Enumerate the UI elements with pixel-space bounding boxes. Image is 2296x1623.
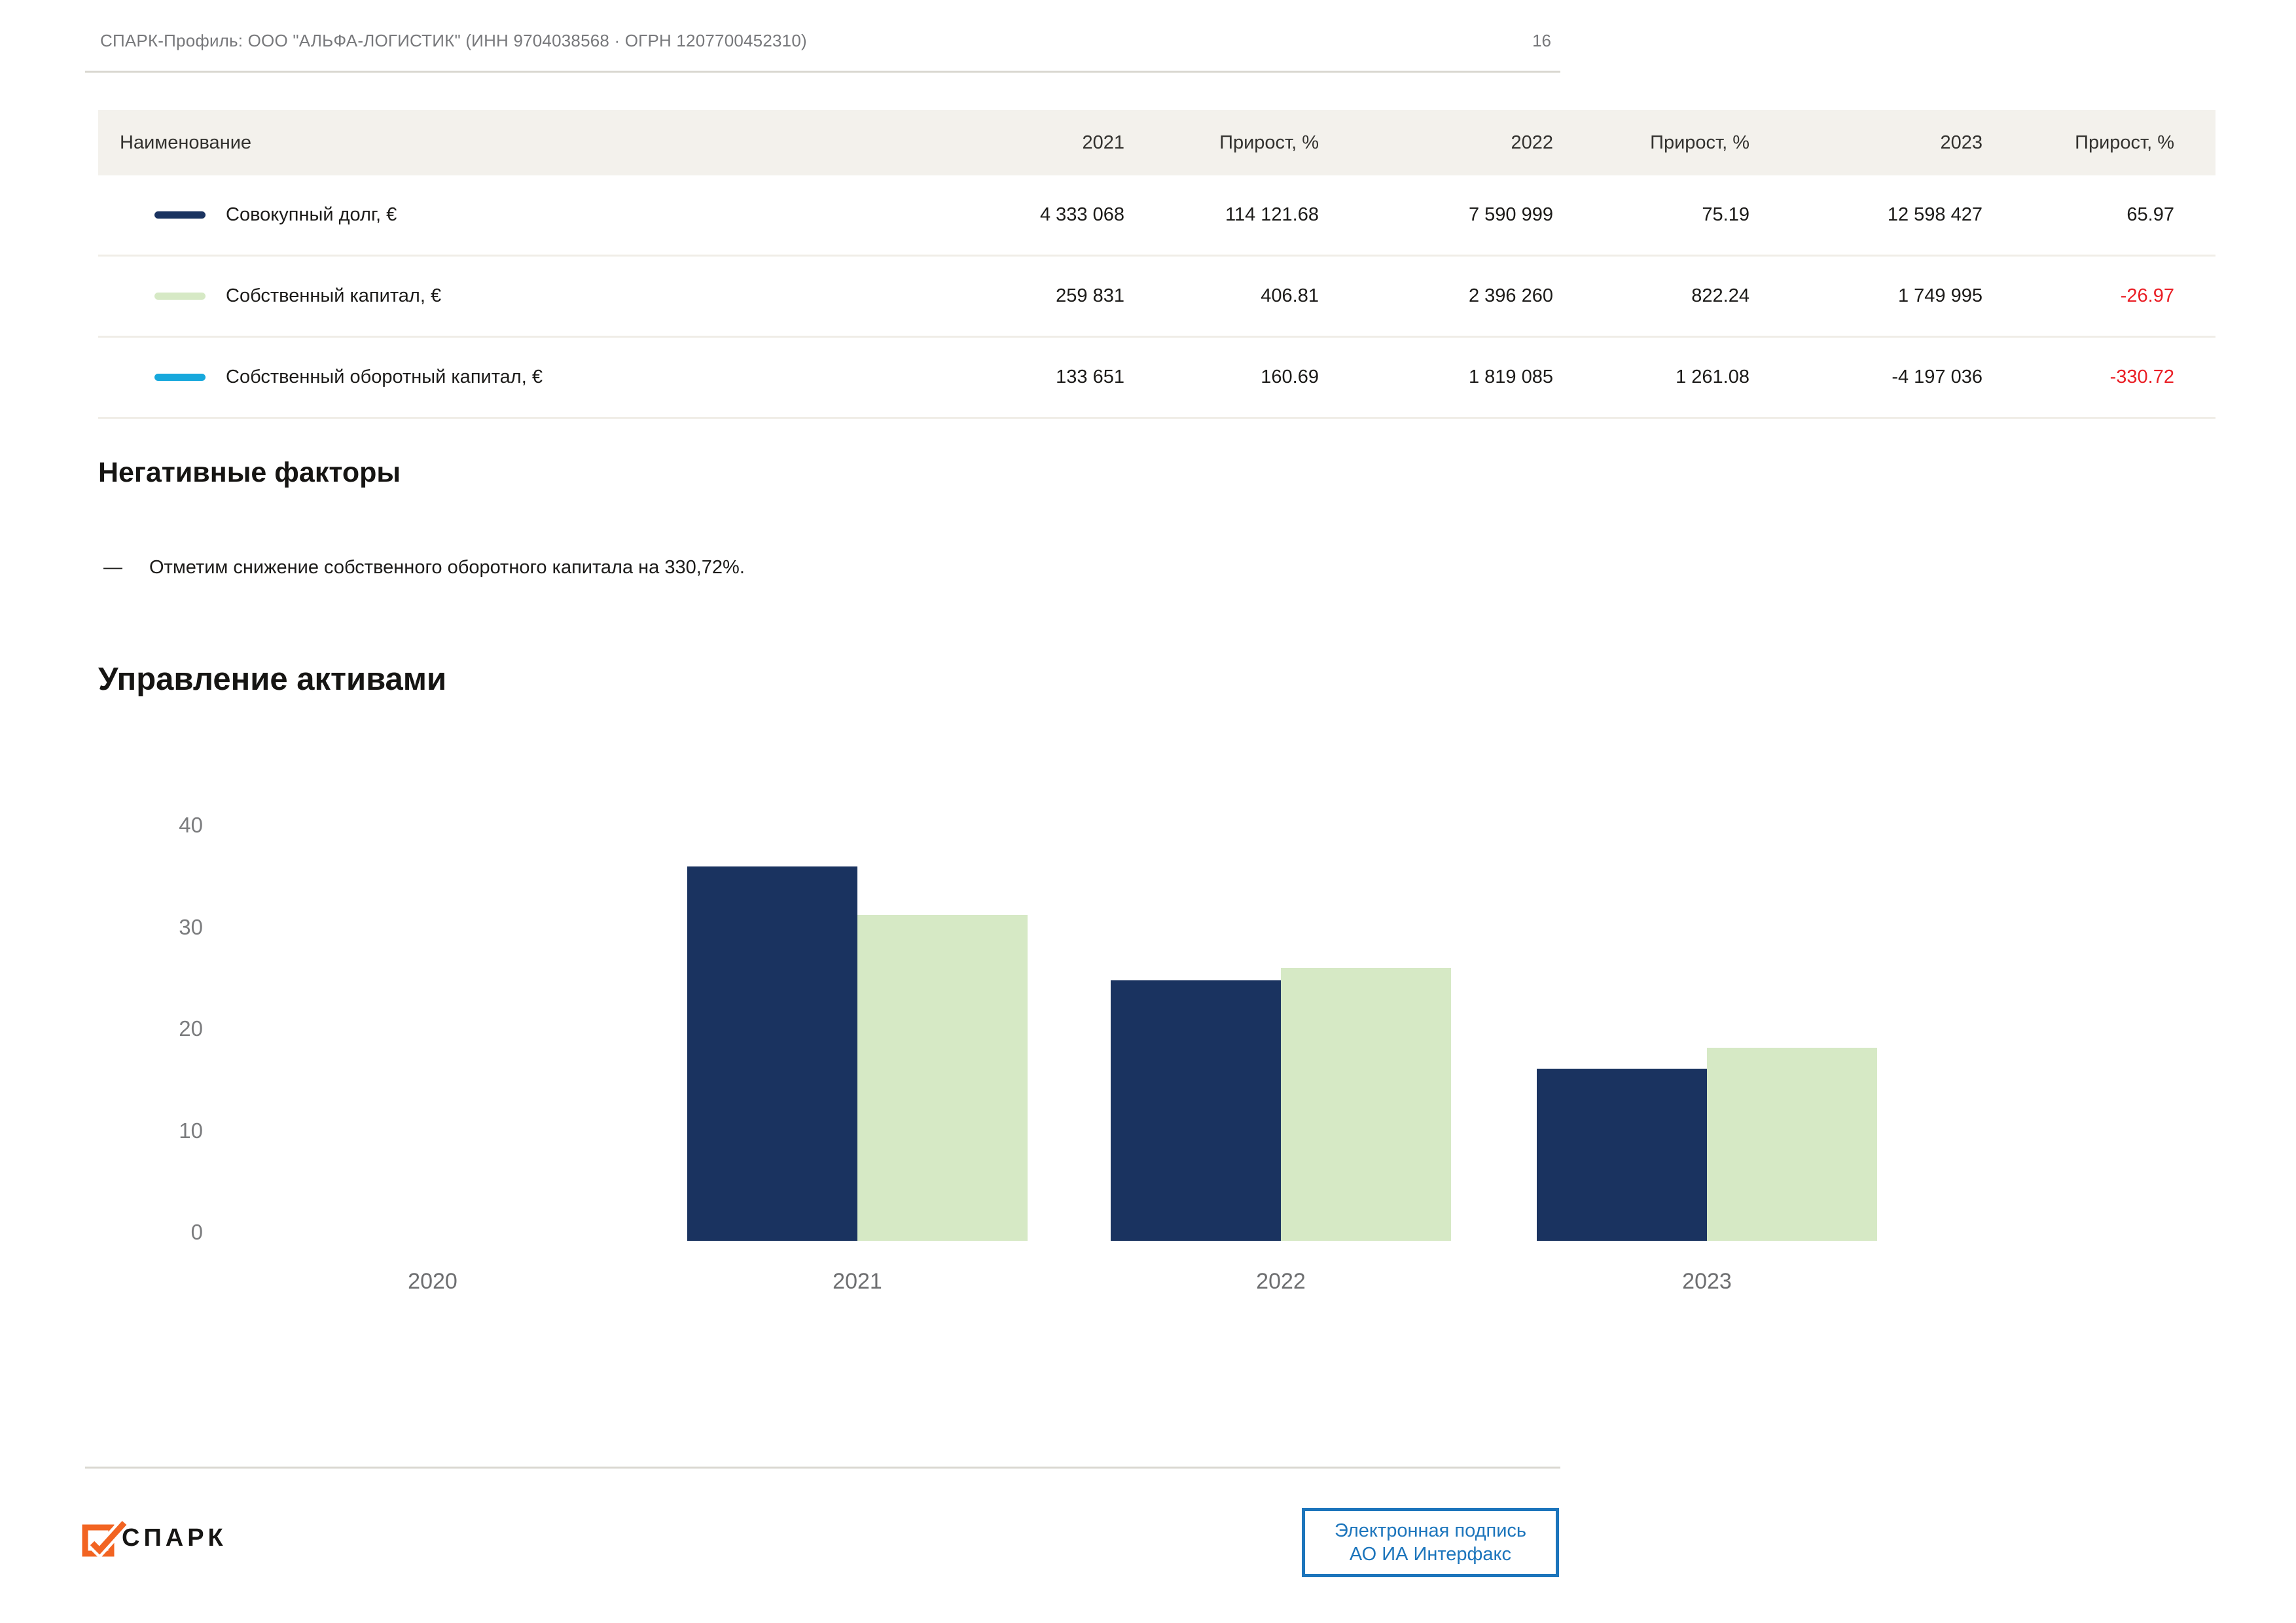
legend-swatch-icon <box>154 211 206 219</box>
column-header-growth-2: Прирост, % <box>1650 110 1749 175</box>
table-cell: 160.69 <box>1261 338 1319 417</box>
table-cell: 1 749 995 <box>1898 257 1982 336</box>
x-axis-category-label: 2021 <box>779 1269 936 1294</box>
chart-bar <box>687 866 857 1241</box>
table-cell: 406.81 <box>1261 257 1319 336</box>
column-header-growth-1: Прирост, % <box>1219 110 1319 175</box>
row-label: Собственный капитал, € <box>226 257 441 336</box>
table-cell: 259 831 <box>1056 257 1124 336</box>
table-cell: 2 396 260 <box>1469 257 1553 336</box>
table-cell: 1 261.08 <box>1676 338 1749 417</box>
table-header-row: Наименование 2021 Прирост, % 2022 Прирос… <box>98 110 2215 175</box>
chart-bar <box>1281 968 1451 1241</box>
table-body: Совокупный долг, € 4 333 068 114 121.68 7 5… <box>98 175 2215 419</box>
footer-divider <box>85 1467 1560 1469</box>
spark-logo-text: СПАРК <box>122 1524 227 1552</box>
chart-bar <box>1707 1048 1877 1241</box>
column-header-growth-3: Прирост, % <box>2075 110 2174 175</box>
table-row: Совокупный долг, € 4 333 068 114 121.68 7 5… <box>98 175 2215 257</box>
bullet-marker: — <box>103 557 122 579</box>
table-cell: -4 197 036 <box>1892 338 1982 417</box>
header-divider <box>85 71 1560 73</box>
table-cell: 75.19 <box>1702 175 1749 255</box>
report-page: СПАРК-Профиль: ООО "АЛЬФА-ЛОГИСТИК" (ИНН… <box>0 0 2296 1623</box>
column-header-2023: 2023 <box>1940 110 1982 175</box>
table-cell: -330.72 <box>2110 338 2174 417</box>
y-axis-tick-label: 40 <box>72 813 203 838</box>
y-axis-tick-label: 20 <box>72 1016 203 1041</box>
x-axis-category-label: 2020 <box>354 1269 511 1294</box>
x-axis-category-label: 2022 <box>1202 1269 1359 1294</box>
legend-swatch-icon <box>154 374 206 381</box>
page-number: 16 <box>1499 31 1551 51</box>
table-cell: 7 590 999 <box>1469 175 1553 255</box>
y-axis-tick-label: 0 <box>72 1220 203 1245</box>
table-cell: 133 651 <box>1056 338 1124 417</box>
table-cell: 114 121.68 <box>1225 175 1319 255</box>
table-cell: 822.24 <box>1691 257 1749 336</box>
row-label: Совокупный долг, € <box>226 175 397 255</box>
table-cell: -26.97 <box>2121 257 2174 336</box>
asset-management-heading: Управление активами <box>98 661 446 698</box>
doc-title: СПАРК-Профиль: ООО "АЛЬФА-ЛОГИСТИК" (ИНН… <box>100 31 807 51</box>
table-cell: 12 598 427 <box>1888 175 1982 255</box>
electronic-signature-button[interactable]: Электронная подпись АО ИА Интерфакс <box>1302 1508 1559 1577</box>
column-header-2021: 2021 <box>1082 110 1124 175</box>
chart-bar <box>1111 980 1281 1241</box>
table-row: Собственный капитал, € 259 831 406.81 2 396… <box>98 257 2215 338</box>
legend-swatch-icon <box>154 293 206 300</box>
signature-line2: АО ИА Интерфакс <box>1350 1543 1511 1566</box>
signature-line1: Электронная подпись <box>1335 1519 1526 1543</box>
y-axis-tick-label: 10 <box>72 1118 203 1143</box>
chart-bar <box>857 915 1028 1241</box>
table-cell: 65.97 <box>2126 175 2174 255</box>
chart-bar <box>1537 1069 1707 1241</box>
negative-factors-heading: Негативные факторы <box>98 457 401 489</box>
x-axis-category-label: 2023 <box>1628 1269 1785 1294</box>
y-axis-tick-label: 30 <box>72 915 203 940</box>
bullet-text: Отметим снижение собственного оборотного… <box>149 557 745 579</box>
table-cell: 4 333 068 <box>1040 175 1124 255</box>
row-label: Собственный оборотный капитал, € <box>226 338 543 417</box>
column-header-2022: 2022 <box>1511 110 1553 175</box>
financial-table: Наименование 2021 Прирост, % 2022 Прирос… <box>98 110 2215 419</box>
table-cell: 1 819 085 <box>1469 338 1553 417</box>
column-header-name: Наименование <box>120 110 251 175</box>
table-row: Собственный оборотный капитал, € 133 651 1… <box>98 338 2215 419</box>
